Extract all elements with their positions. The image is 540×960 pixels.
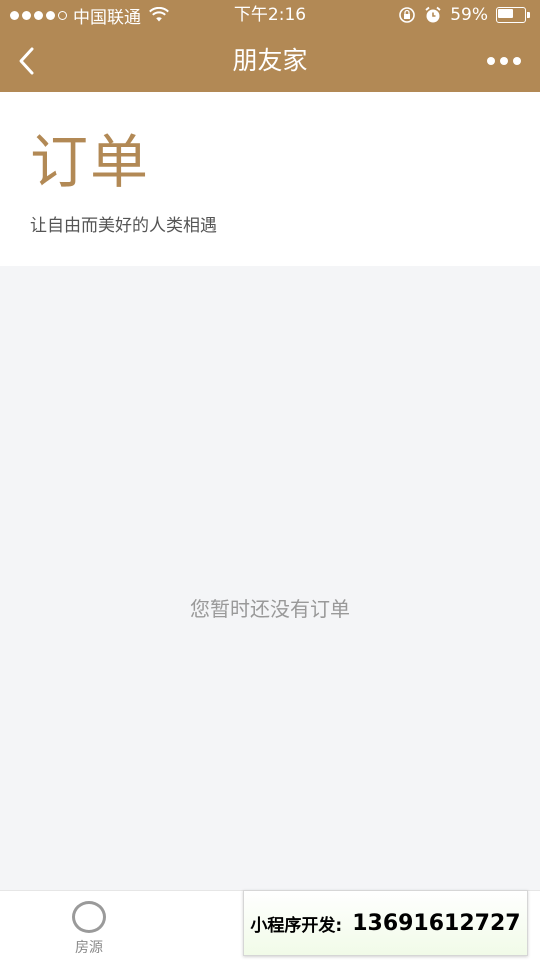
nav-bar: 朋友家 [0,30,540,92]
order-list-area: 您暂时还没有订单 [0,266,540,890]
battery-tip [527,12,530,18]
nav-title: 朋友家 [232,46,308,75]
signal-dot-filled [10,10,19,20]
status-bar-right: 59% [398,4,530,26]
status-bar-left: 中国联通 [10,4,169,28]
signal-dot-filled [22,10,31,20]
status-time: 下午2:16 [233,5,307,25]
signal-dot-filled [46,10,55,20]
nav-title-container: 朋友家 [0,30,540,92]
promo-phone: 13691612727 [352,910,521,936]
circle-icon [72,901,106,933]
promo-banner: 小程序开发: 13691612727 [243,890,528,956]
tab-label: 房源 [75,940,103,956]
empty-state-message: 您暂时还没有订单 [190,597,350,621]
page-subtitle: 让自由而美好的人类相遇 [30,216,217,236]
promo-label: 小程序开发: [250,915,343,936]
battery-percent: 59% [450,5,488,25]
back-button[interactable] [10,44,44,78]
status-bar: 中国联通 下午2:16 59% [0,0,540,30]
more-button[interactable] [484,46,524,76]
page-title: 订单 [30,128,151,196]
battery-fill [498,9,513,18]
app-screen: 中国联通 下午2:16 59% 朋友家 订单 让自由而美好的人类相遇 您暂时还没… [0,0,540,960]
battery-icon [496,7,530,23]
alarm-icon [425,6,441,23]
orientation-lock-icon [399,7,416,23]
wifi-icon [149,7,169,22]
signal-dot-empty [58,10,67,20]
more-dots-icon [513,57,521,65]
chevron-left-icon [19,47,34,75]
signal-strength-icon [10,10,67,20]
carrier-name: 中国联通 [73,7,141,28]
tab-listings[interactable]: 房源 [44,901,134,957]
more-dots-icon [500,57,508,65]
more-dots-icon [487,57,495,65]
header-card: 订单 让自由而美好的人类相遇 [0,92,540,266]
signal-dot-filled [34,10,43,20]
